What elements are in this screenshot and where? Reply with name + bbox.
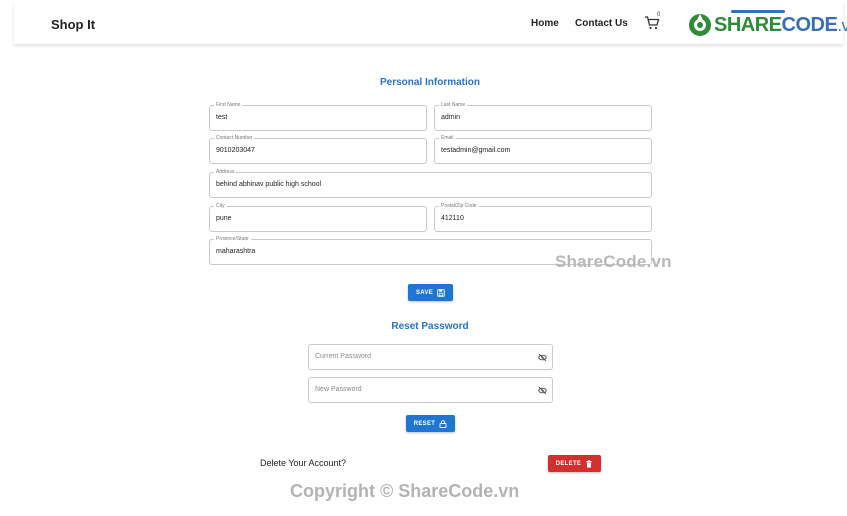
save-icon bbox=[437, 288, 445, 297]
sharecode-logo-icon bbox=[689, 14, 711, 36]
sharecode-logo-text: SHARECODE.vn bbox=[714, 13, 847, 36]
save-button-label: SAVE bbox=[415, 289, 434, 296]
cart-icon[interactable] bbox=[644, 16, 660, 30]
reset-button-label: RESET bbox=[413, 420, 436, 427]
nav-home-link[interactable]: Home bbox=[531, 18, 559, 29]
province-state-label: Province/State bbox=[214, 236, 251, 243]
city-value: pune bbox=[216, 215, 232, 222]
delete-account-button[interactable]: DELETE bbox=[548, 455, 601, 472]
address-field[interactable]: Address behind abhinav public high schoo… bbox=[209, 169, 652, 198]
personal-information-heading: Personal Information bbox=[379, 77, 480, 88]
last-name-value: admin bbox=[441, 114, 461, 121]
city-label: City bbox=[214, 203, 227, 210]
reset-password-heading: Reset Password bbox=[391, 321, 469, 332]
postal-code-value: 412110 bbox=[441, 215, 464, 222]
address-value: behind abhinav public high school bbox=[216, 181, 322, 188]
current-password-input[interactable]: Current Password bbox=[308, 344, 553, 370]
contact-number-label: Contact Number bbox=[214, 135, 255, 142]
trash-icon bbox=[586, 459, 592, 468]
new-password-placeholder: New Password bbox=[315, 386, 362, 393]
current-password-placeholder: Current Password bbox=[315, 353, 372, 360]
province-state-value: maharashtra bbox=[216, 248, 256, 255]
contact-number-field[interactable]: Contact Number 9010203047 bbox=[209, 135, 427, 164]
watermark-copyright: Copyright © ShareCode.vn bbox=[290, 481, 520, 501]
address-label: Address bbox=[214, 169, 237, 176]
delete-button-label: DELETE bbox=[555, 460, 582, 467]
delete-account-prompt: Delete Your Account? bbox=[260, 458, 347, 468]
watermark-sharecode: ShareCode.vn bbox=[555, 252, 672, 271]
email-label: Email bbox=[439, 135, 456, 142]
contact-number-value: 9010203047 bbox=[216, 147, 255, 154]
postal-code-label: Postal/Zip Code bbox=[439, 203, 479, 210]
first-name-field[interactable]: First Name test bbox=[209, 102, 427, 131]
email-value: testadmin@gmail.com bbox=[441, 147, 511, 154]
sharecode-logo: SHARECODE.vn bbox=[688, 10, 847, 39]
eye-off-icon[interactable] bbox=[538, 353, 547, 362]
lock-icon bbox=[439, 419, 447, 428]
postal-code-field[interactable]: Postal/Zip Code 412110 bbox=[434, 203, 652, 232]
cart-badge: 0 bbox=[657, 12, 661, 18]
city-field[interactable]: City pune bbox=[209, 203, 427, 232]
email-field[interactable]: Email testadmin@gmail.com bbox=[434, 135, 652, 164]
nav-contact-link[interactable]: Contact Us bbox=[575, 18, 628, 29]
new-password-input[interactable]: New Password bbox=[308, 377, 553, 403]
logo-accent-bar bbox=[731, 10, 785, 13]
brand-name[interactable]: Shop It bbox=[51, 17, 95, 32]
eye-off-icon[interactable] bbox=[538, 386, 547, 395]
reset-button[interactable]: RESET bbox=[406, 415, 455, 432]
last-name-field[interactable]: Last Name admin bbox=[434, 102, 652, 131]
first-name-value: test bbox=[216, 114, 228, 121]
save-button[interactable]: SAVE bbox=[408, 284, 453, 301]
first-name-label: First Name bbox=[214, 102, 243, 109]
last-name-label: Last Name bbox=[439, 102, 468, 109]
